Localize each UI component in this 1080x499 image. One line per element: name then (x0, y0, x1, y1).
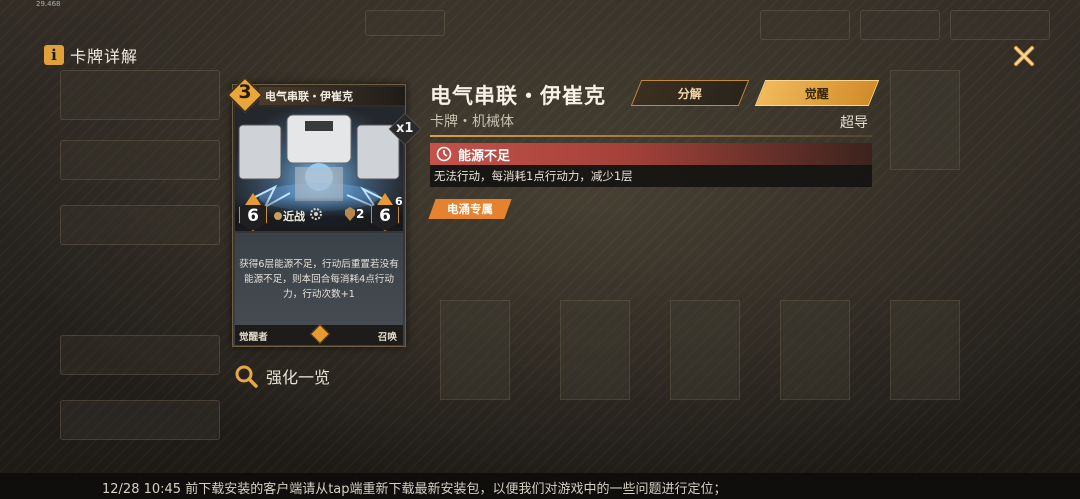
exclusive-tag-label: 电涌专属 (447, 202, 493, 216)
attack-value: 6 (247, 206, 259, 226)
card-description: 获得6层能源不足，行动后重置若没有能源不足，则本回合每消耗4点行动力，行动次数+… (235, 233, 403, 325)
panel-header: i 卡牌详解 (44, 43, 138, 67)
close-button[interactable] (1010, 42, 1038, 70)
small-stat-value: 2 (356, 207, 365, 221)
gear-icon (310, 208, 322, 220)
detail-subtitle: 卡牌・机械体 (430, 114, 514, 130)
clock-icon (436, 146, 452, 162)
awaken-button[interactable]: 觉醒 (754, 80, 880, 106)
status-effect-description: 无法行动，每消耗1点行动力，减少1层 (434, 169, 633, 183)
background-card (440, 300, 510, 400)
card-count: x1 (396, 121, 414, 136)
info-icon: i (44, 45, 64, 65)
background-layer (0, 0, 1080, 499)
decompose-button[interactable]: 分解 (630, 80, 750, 106)
notice-bar: 12/28 10:45 前下载安装的客户端请从tap端重新下载最新安装包，以便我… (0, 473, 1080, 499)
background-panel (60, 140, 220, 180)
background-card (670, 300, 740, 400)
decompose-label: 分解 (677, 86, 702, 101)
status-effect: 能源不足 无法行动，每消耗1点行动力，减少1层 (430, 143, 872, 187)
enhance-overview-button[interactable]: 强化一览 (234, 364, 330, 388)
detail-tag: 超导 (840, 115, 868, 131)
enhance-overview-label: 强化一览 (266, 368, 331, 387)
corner-stat-value: 6 (395, 195, 403, 208)
background-panel (60, 335, 220, 375)
background-panel (60, 205, 220, 245)
status-effect-description-row: 无法行动，每消耗1点行动力，减少1层 (430, 165, 872, 187)
status-effect-name: 能源不足 (458, 148, 511, 164)
notice-text: 12/28 10:45 前下载安装的客户端请从tap端重新下载最新安装包，以便我… (102, 482, 727, 497)
background-panel (365, 10, 445, 36)
card-footer-right: 召唤 (377, 332, 397, 343)
background-panel (60, 70, 220, 120)
background-panel (60, 400, 220, 440)
background-panel (950, 10, 1050, 40)
search-icon (235, 365, 258, 388)
divider (430, 135, 872, 137)
card-footer: 觉醒者 召唤 (235, 324, 403, 345)
attack-arrow-icon (245, 193, 261, 205)
background-card (890, 300, 960, 400)
card-footer-left: 觉醒者 (239, 332, 268, 343)
panel-title: 卡牌详解 (70, 47, 139, 66)
close-icon (1014, 46, 1034, 66)
background-card (890, 70, 960, 170)
background-panel (760, 10, 850, 40)
debug-value: 29.468 (36, 0, 61, 8)
background-card (780, 300, 850, 400)
card[interactable]: 电气串联・伊崔克 3 x1 6 近战 2 6 6 获得6层能源不足，行动后重置若… (226, 76, 422, 347)
defense-value: 6 (379, 206, 391, 226)
attack-type: 近战 (283, 210, 305, 223)
shield-small-icon (345, 207, 355, 221)
background-card (560, 300, 630, 400)
melee-icon (274, 212, 282, 220)
card-cost-value: 3 (238, 81, 252, 103)
detail-title: 电气串联・伊崔克 (430, 84, 606, 108)
rarity-diamond-icon (310, 324, 330, 344)
awaken-label: 觉醒 (804, 86, 829, 101)
defense-arrow-icon (377, 193, 393, 205)
card-stat-row: 6 近战 2 6 6 (235, 193, 403, 231)
card-name: 电气串联・伊崔克 (265, 90, 353, 103)
exclusive-tag: 电涌专属 (428, 199, 512, 219)
status-effect-header: 能源不足 (430, 143, 872, 165)
background-panel (860, 10, 940, 40)
